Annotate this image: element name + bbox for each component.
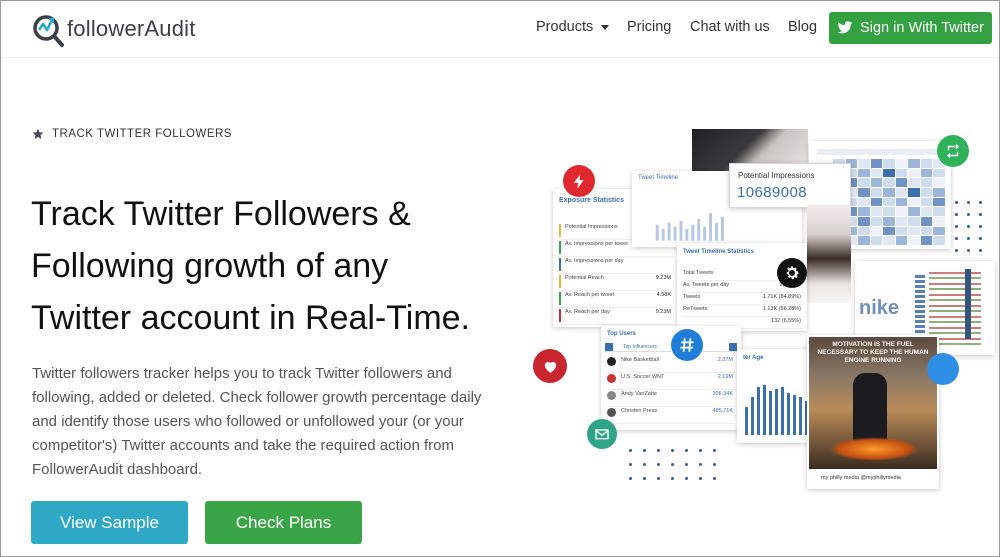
heart-icon <box>533 349 567 383</box>
hero-description: Twitter followers tracker helps you to t… <box>32 365 482 478</box>
top-user-row-label: Christen Press <box>621 408 658 414</box>
tweet-stats-row-value: 1.13K (56.28%) <box>762 306 801 312</box>
motivation-text: MOTIVATION IS THE FUEL NECESSARY TO KEEP… <box>817 341 929 364</box>
exposure-row-value: 9.23M <box>655 275 671 281</box>
top-user-row: Christen Press 485.71K <box>607 407 735 424</box>
star-icon <box>32 128 44 139</box>
exposure-row-label: Av. Impressions per day <box>565 258 624 264</box>
retweet-icon <box>937 135 969 167</box>
view-sample-button[interactable]: View Sample <box>31 501 188 544</box>
word-cloud-nike: nike <box>859 297 900 319</box>
tweet-stats-row-value: 1.71K (84.89%) <box>762 294 801 300</box>
feature-collage: Exposure Statistics Potential Impression… <box>531 123 1000 503</box>
gear-icon <box>777 258 807 288</box>
headline-line-3: Twitter account in Real-Time. <box>31 299 470 337</box>
top-user-row: Nike Basketball 2.37M <box>607 356 735 373</box>
decorative-blue-circle <box>927 353 959 385</box>
twitter-bird-icon <box>837 21 853 34</box>
top-user-row: U.S. Soccer WNT 2.19M <box>607 373 735 390</box>
top-user-row-value: 485.71K <box>712 408 734 414</box>
logo-magnifier-icon <box>33 15 64 47</box>
hashtag-icon <box>671 329 703 361</box>
headline-line-2: Following growth of any <box>31 247 389 285</box>
top-users-tab[interactable]: Top Influencers <box>623 344 657 350</box>
motivation-caption: my philly media @myphillymedia <box>821 475 901 481</box>
exposure-title: Exposure Statistics <box>559 197 624 204</box>
eyebrow: TRACK TWITTER FOLLOWERS <box>32 128 232 140</box>
exposure-row: Av. Reach per tweet 4.58K <box>559 291 673 308</box>
avatar <box>607 374 616 383</box>
check-plans-button[interactable]: Check Plans <box>205 501 362 544</box>
headline-line-1: Track Twitter Followers & <box>31 195 411 233</box>
logo[interactable]: followerAudit <box>31 10 196 48</box>
follower-age-title: ter Age <box>743 355 764 361</box>
top-user-row-label: Nike Basketball <box>621 357 659 363</box>
sign-in-label: Sign in With Twitter <box>860 20 984 36</box>
avatar <box>607 391 616 400</box>
photo-card-athlete <box>807 205 851 303</box>
top-user-row-value: 306.34K <box>712 391 734 397</box>
exposure-row-value: 9.23M <box>655 309 671 315</box>
tweet-stats-row: ReTweets 1.13K (56.28%) <box>683 305 803 317</box>
top-user-row-value: 2.37M <box>717 357 733 363</box>
exposure-row-label: Potential Reach <box>565 275 604 281</box>
tweet-stats-row: Tweets 1.71K (84.89%) <box>683 293 803 305</box>
nav-chat-with-us[interactable]: Chat with us <box>690 19 770 35</box>
avatar <box>607 357 616 366</box>
eyebrow-label: TRACK TWITTER FOLLOWERS <box>52 128 232 140</box>
exposure-row: Potential Reach 9.23M <box>559 274 673 291</box>
top-user-row-value: 2.19M <box>717 374 733 380</box>
exposure-row-label: Av. Reach per tweet <box>565 292 615 298</box>
tweet-stats-row-label: ReTweets <box>683 306 708 312</box>
nav-blog[interactable]: Blog <box>788 19 817 35</box>
top-users-title: Top Users <box>607 331 636 337</box>
exposure-row-label: Potential Impressions <box>565 224 618 230</box>
potential-impressions-card: Potential Impressions 10689008 <box>729 163 851 208</box>
top-user-row-label: U.S. Soccer WNT <box>621 374 665 380</box>
tweet-stats-title: Tweet Timeline Statistics <box>683 249 754 255</box>
dot-pattern-right <box>955 201 995 257</box>
page-title: Track Twitter Followers & Following grow… <box>31 188 501 344</box>
exposure-row-label: Av. Impressions per tweet <box>565 241 628 247</box>
tweet-stats-row-value: 132 (6.55%) <box>771 318 801 324</box>
top-navbar: followerAudit Products Pricing Chat with… <box>1 1 999 58</box>
exposure-row-value: 4.58K <box>656 292 671 298</box>
tweet-timeline-title: Tweet Timeline <box>638 175 679 181</box>
top-user-row: Andy VanZabe 306.34K <box>607 390 735 407</box>
exposure-row: Av. Impressions per day <box>559 257 673 274</box>
nav-products-label: Products <box>536 19 594 35</box>
potential-impressions-label: Potential Impressions <box>738 171 815 180</box>
exposure-row: Av. Reach per day 9.23M <box>559 308 673 325</box>
top-user-row-label: Andy VanZabe <box>621 391 657 397</box>
tweet-stats-row-label: Tweets <box>683 294 701 300</box>
top-users-list: Nike Basketball 2.37M U.S. Soccer WNT 2.19M… <box>607 356 735 424</box>
tweet-stats-row-label: Av. Tweets per day <box>683 282 730 288</box>
tweet-stats-row-label: Total Tweets <box>683 270 714 276</box>
sign-in-with-twitter-button[interactable]: Sign in With Twitter <box>829 12 992 44</box>
logo-text: followerAudit <box>67 16 196 41</box>
potential-impressions-value: 10689008 <box>737 184 807 201</box>
dot-pattern-bottom <box>629 449 739 489</box>
exposure-row-label: Av. Reach per day <box>565 309 610 315</box>
motivation-poster-image: MOTIVATION IS THE FUEL NECESSARY TO KEEP… <box>809 337 937 469</box>
caret-down-icon <box>601 25 610 30</box>
lightning-icon <box>563 165 595 197</box>
mail-icon <box>587 419 617 449</box>
motivation-poster-card: MOTIVATION IS THE FUEL NECESSARY TO KEEP… <box>807 335 939 489</box>
nav-products[interactable]: Products <box>536 19 610 35</box>
avatar <box>607 408 616 417</box>
nav-pricing[interactable]: Pricing <box>627 19 671 35</box>
